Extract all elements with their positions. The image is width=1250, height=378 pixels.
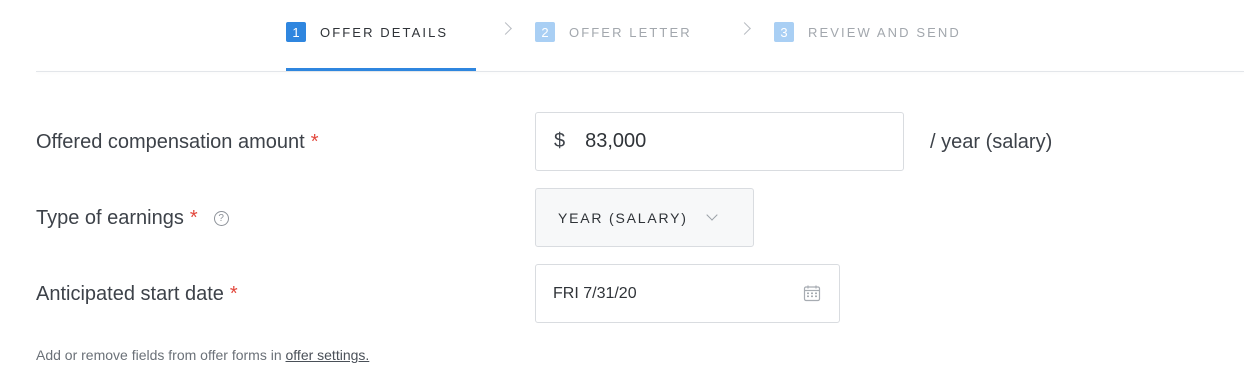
start-date-label-text: Anticipated start date [36,283,224,305]
earnings-type-label-text: Type of earnings [36,207,184,229]
compensation-unit: / year (salary) [930,131,1053,153]
required-marker: * [229,283,238,305]
footer-note: Add or remove fields from offer forms in… [36,347,369,363]
step-review-and-send[interactable]: 3 REVIEW AND SEND [774,20,961,44]
step-number: 3 [774,22,794,42]
start-date-label: Anticipated start date * [36,283,238,306]
offer-stepper: 1 OFFER DETAILS 2 OFFER LETTER 3 REVIEW … [0,0,1250,72]
compensation-label: Offered compensation amount * [36,131,318,154]
step-number: 2 [535,22,555,42]
footer-note-text: Add or remove fields from offer forms in [36,347,286,363]
chevron-right-icon [499,22,512,35]
step-offer-details[interactable]: 1 OFFER DETAILS [286,20,448,44]
start-date-value: FRI 7/31/20 [553,284,637,302]
required-marker: * [189,207,198,229]
chevron-right-icon [738,22,751,35]
earnings-type-label: Type of earnings * ? [36,207,229,230]
stepper-divider [36,71,1244,72]
step-label: REVIEW AND SEND [808,24,961,40]
compensation-label-text: Offered compensation amount [36,131,305,153]
step-offer-letter[interactable]: 2 OFFER LETTER [535,20,692,44]
currency-symbol: $ [554,130,566,152]
earnings-type-value: YEAR (SALARY) [558,209,688,226]
start-date-field[interactable]: FRI 7/31/20 [535,264,840,323]
help-icon[interactable]: ? [213,211,229,226]
chevron-down-icon [706,208,718,221]
step-label: OFFER DETAILS [320,24,449,40]
calendar-icon[interactable] [803,284,821,302]
step-label: OFFER LETTER [569,24,692,40]
earnings-type-select[interactable]: YEAR (SALARY) [535,188,754,247]
compensation-field[interactable]: $ [535,112,904,171]
compensation-input[interactable] [585,130,866,153]
step-number: 1 [286,22,306,42]
offer-settings-link[interactable]: offer settings. [286,347,370,363]
required-marker: * [310,131,319,153]
